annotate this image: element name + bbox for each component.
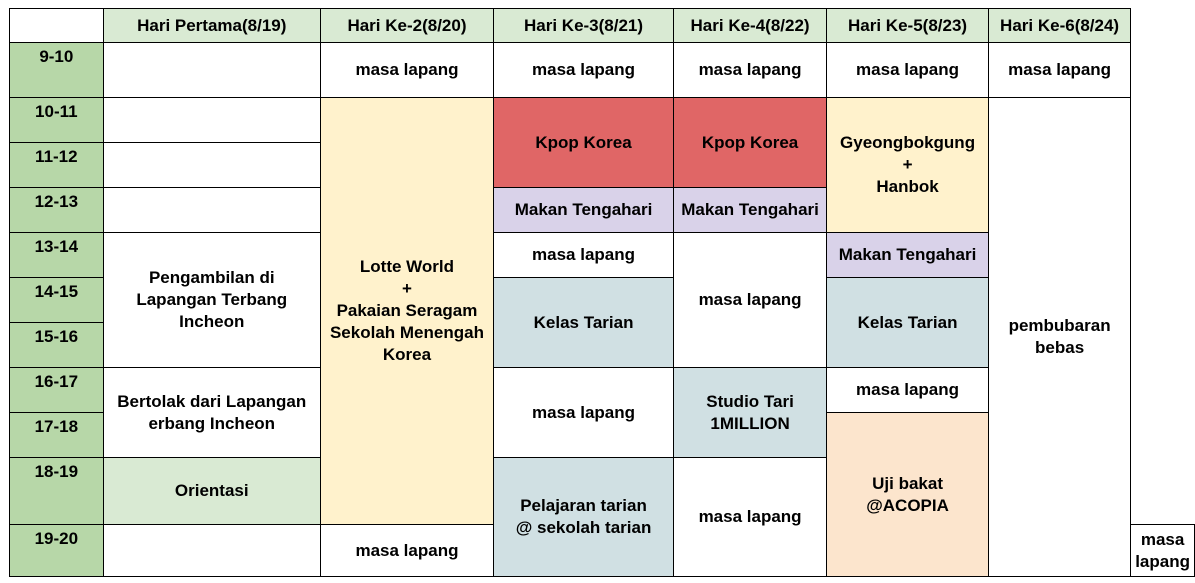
dismissal-line-2: bebas <box>1035 338 1085 357</box>
time-cell: 12-13 <box>9 187 104 233</box>
day3-dance-lesson: Pelajaran tarian @ sekolah tarian <box>493 457 674 577</box>
day2-free-evening: masa lapang <box>319 524 495 577</box>
day4-kpop: Kpop Korea <box>672 97 828 188</box>
depart-line-2: erbang Incheon <box>148 413 276 433</box>
time-cell: 13-14 <box>9 232 104 278</box>
day1-airport-pickup: Pengambilan di Lapangan Terbang Incheon <box>102 232 321 368</box>
studio-line-1: Studio Tari <box>706 391 794 411</box>
lesson-line-2: @ sekolah tarian <box>515 518 652 537</box>
lotte-line-3: Pakaian Seragam <box>336 301 478 320</box>
lotte-line-1: Lotte World <box>359 257 455 276</box>
time-cell: 18-19 <box>9 457 104 525</box>
day6-dismissal: pembubaran bebas <box>987 97 1132 577</box>
studio-line-2: 1MILLION <box>710 413 790 433</box>
time-cell: 14-15 <box>9 277 104 323</box>
itinerary-table: Hari Pertama(8/19) Hari Ke-2(8/20) Hari … <box>9 8 1195 577</box>
time-cell: 19-20 <box>9 524 104 577</box>
day6-free-morning: masa lapang <box>987 42 1132 98</box>
day3-free-2: masa lapang <box>493 367 674 458</box>
time-cell: 17-18 <box>9 412 104 458</box>
time-cell: 11-12 <box>9 142 104 188</box>
day4-free-1: masa lapang <box>672 232 828 368</box>
day2-lotte-world: Lotte World + Pakaian Seragam Sekolah Me… <box>319 97 495 525</box>
time-cell: 9-10 <box>9 42 104 98</box>
day4-free-morning: masa lapang <box>672 42 828 98</box>
time-cell: 10-11 <box>9 97 104 143</box>
day1-empty-12 <box>102 187 321 233</box>
row-10-11: 10-11 Lotte World + Pakaian Seragam Seko… <box>9 97 1195 577</box>
lotte-line-4: Sekolah Menengah <box>329 323 484 342</box>
pickup-line-2: Lapangan Terbang <box>136 290 288 309</box>
header-row: Hari Pertama(8/19) Hari Ke-2(8/20) Hari … <box>9 8 1195 43</box>
day1-empty-11 <box>102 142 321 188</box>
palace-line-3: Hanbok <box>876 177 939 196</box>
row-9-10: 9-10 masa lapang masa lapang masa lapang… <box>9 42 1195 98</box>
day1-orientation: Orientasi <box>102 457 321 525</box>
lesson-line-1: Pelajaran tarian <box>520 496 647 515</box>
day1-empty-10 <box>102 97 321 143</box>
day3-free-1: masa lapang <box>493 232 674 278</box>
depart-line-1: Bertolak dari Lapangan <box>117 391 307 411</box>
day4-lunch: Makan Tengahari <box>672 187 828 233</box>
pickup-line-1: Pengambilan di <box>148 268 275 287</box>
header-day1: Hari Pertama(8/19) <box>102 8 321 43</box>
palace-line-1: Gyeongbokgung <box>840 133 976 152</box>
palace-line-2: + <box>902 155 913 174</box>
audition-line-2: @ACOPIA <box>866 495 949 515</box>
day4-free-2: masa lapang <box>672 457 828 577</box>
day5-dance-class: Kelas Tarian <box>826 277 989 368</box>
day1-empty-19 <box>102 524 321 577</box>
day3-dance-class: Kelas Tarian <box>493 277 674 368</box>
day5-free-2: masa lapang <box>1130 524 1195 577</box>
header-day3: Hari Ke-3(8/21) <box>493 8 674 43</box>
lotte-line-5: Korea <box>382 345 432 364</box>
header-day2: Hari Ke-2(8/20) <box>319 8 495 43</box>
time-cell: 16-17 <box>9 367 104 413</box>
day2-free-morning: masa lapang <box>319 42 495 98</box>
day4-studio-1million: Studio Tari 1MILLION <box>672 367 828 458</box>
time-cell: 15-16 <box>9 322 104 368</box>
header-day5: Hari Ke-5(8/23) <box>826 8 989 43</box>
header-day6: Hari Ke-6(8/24) <box>987 8 1132 43</box>
dismissal-line-1: pembubaran <box>1008 316 1111 335</box>
day5-free-morning: masa lapang <box>826 42 989 98</box>
audition-line-1: Uji bakat <box>872 473 943 493</box>
day3-kpop: Kpop Korea <box>493 97 674 188</box>
day3-lunch: Makan Tengahari <box>493 187 674 233</box>
day5-gyeongbokgung: Gyeongbokgung + Hanbok <box>826 97 989 233</box>
day3-free-morning: masa lapang <box>493 42 674 98</box>
pickup-line-3: Incheon <box>179 312 245 331</box>
corner-cell <box>9 8 104 43</box>
lotte-line-2: + <box>402 279 412 298</box>
day1-departure: Bertolak dari Lapangan erbang Incheon <box>102 367 321 458</box>
day5-free-1: masa lapang <box>826 367 989 413</box>
day5-lunch: Makan Tengahari <box>826 232 989 278</box>
day1-empty-9 <box>102 42 321 98</box>
header-day4: Hari Ke-4(8/22) <box>672 8 828 43</box>
day5-audition: Uji bakat @ACOPIA <box>826 412 989 577</box>
